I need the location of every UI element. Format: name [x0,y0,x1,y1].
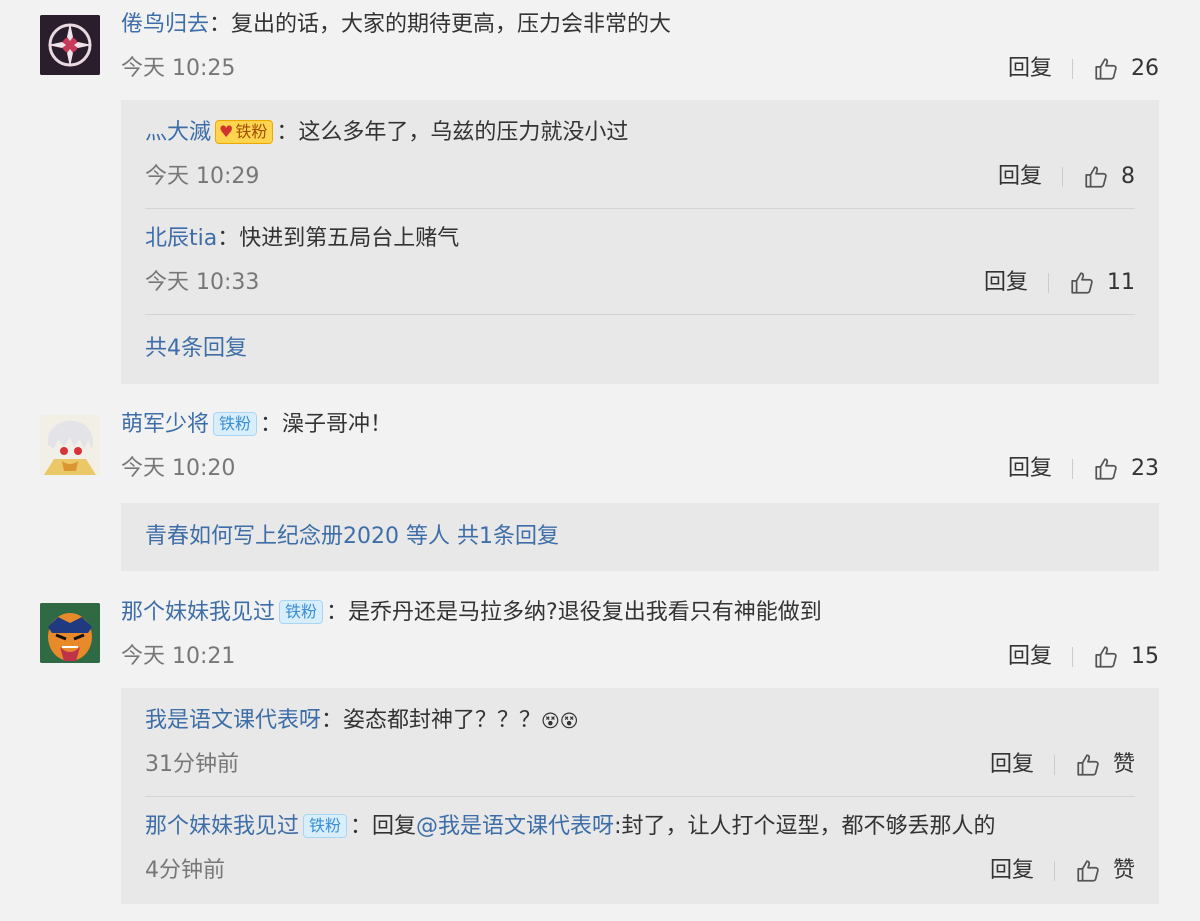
reply-actions: 回复 8 [998,162,1135,192]
comment-line: 倦鸟归去：复出的话，大家的期待更高，压力会非常的大 [121,10,671,40]
divider [1072,459,1073,479]
timestamp: 4分钟前 [145,858,225,883]
reply-text: ：这么多年了，乌兹的压力就没小过 [276,120,629,145]
like-count[interactable]: 15 [1131,642,1159,672]
more-replies-link[interactable]: 共1条回复 [457,524,559,549]
comment-line: 那个妹妹我见过 铁粉 ：是乔丹还是马拉多纳?退役复出我看只有神能做到 [121,598,822,628]
reply-prefix: ：回复 [350,814,417,839]
divider [1053,861,1055,881]
reply-line: 我是语文课代表呀：姿态都封神了？？？😵😵 [145,706,579,737]
avatar[interactable] [40,15,100,75]
username-link[interactable]: 我是语文课代表呀 [145,708,321,733]
light-bulb-icon: ♥ [219,122,234,141]
avatar[interactable] [40,603,100,663]
like-count[interactable]: 26 [1131,54,1159,84]
divider [145,796,1135,797]
divider [145,208,1135,209]
username-link[interactable]: 那个妹妹我见过 [121,600,275,625]
thumbs-up-icon[interactable] [1069,270,1095,296]
reply-button[interactable]: 回复 [1008,54,1052,84]
like-count[interactable]: 11 [1107,268,1135,298]
like-count[interactable]: 8 [1121,162,1135,192]
fan-badge: 铁粉 [213,412,258,436]
comment-line: 萌军少将 铁粉 ：澡子哥冲！ [121,410,392,440]
reply-button[interactable]: 回复 [990,750,1034,780]
thumbs-up-icon[interactable] [1093,644,1119,670]
thumbs-up-icon[interactable] [1093,56,1119,82]
dizzy-emoji: 😵😵 [541,711,579,732]
reply-actions: 回复 赞 [990,750,1135,780]
reply-line: 北辰tia：快进到第五局台上赌气 [145,224,459,254]
divider [1062,167,1063,187]
reply-button[interactable]: 回复 [984,268,1028,298]
mention-link[interactable]: @我是语文课代表呀 [416,814,614,839]
comment-text: ：复出的话，大家的期待更高，压力会非常的大 [209,12,672,37]
reply-button[interactable]: 回复 [998,162,1042,192]
divider [145,314,1135,315]
timestamp: 今天 10:21 [121,644,236,669]
thumbs-up-icon[interactable] [1083,164,1109,190]
comment-actions: 回复 23 [1008,454,1159,484]
reply-button[interactable]: 回复 [1008,642,1052,672]
like-label[interactable]: 赞 [1113,750,1135,780]
reply-actions: 回复 赞 [990,856,1135,886]
timestamp: 今天 10:33 [145,270,260,295]
avatar[interactable] [40,415,100,475]
reply-panel: 我是语文课代表呀：姿态都封神了？？？😵😵 31分钟前 回复 赞 那个妹妹我见过铁… [121,688,1159,904]
comment-text: ：是乔丹还是马拉多纳?退役复出我看只有神能做到 [326,600,822,625]
comment-actions: 回复 15 [1008,642,1159,672]
timestamp: 今天 10:25 [121,56,236,81]
reply-text: ：姿态都封神了？？？ [321,708,542,733]
reply-summary: 青春如何写上纪念册2020 等人 共1条回复 [145,522,559,552]
reply-text: :封了，让人打个逗型，都不够丢那人的 [614,814,996,839]
timestamp: 今天 10:20 [121,456,236,481]
thumbs-up-icon[interactable] [1093,456,1119,482]
username-link[interactable]: 北辰tia [145,226,217,251]
comment-actions: 回复 26 [1008,54,1159,84]
username-link[interactable]: 青春如何写上纪念册2020 [145,524,399,549]
divider [1048,273,1049,293]
reply-panel: 灬大滅 ♥ 铁粉 ：这么多年了，乌兹的压力就没小过 今天 10:29 回复 8 北辰t… [121,100,1159,384]
comment-text: ：澡子哥冲！ [260,412,393,437]
reply-line: 灬大滅 ♥ 铁粉 ：这么多年了，乌兹的压力就没小过 [145,118,628,148]
reply-summary-panel: 青春如何写上纪念册2020 等人 共1条回复 [121,503,1159,571]
username-link[interactable]: 那个妹妹我见过 [145,814,299,839]
divider [1072,59,1073,79]
timestamp: 今天 10:29 [145,164,260,189]
reply-button[interactable]: 回复 [1008,454,1052,484]
like-count[interactable]: 23 [1131,454,1159,484]
username-link[interactable]: 灬大滅 [145,120,211,145]
timestamp: 31分钟前 [145,752,239,777]
more-replies-link[interactable]: 共4条回复 [145,334,247,364]
fan-badge: ♥ 铁粉 [215,120,274,144]
reply-text: ：快进到第五局台上赌气 [217,226,460,251]
thumbs-up-icon[interactable] [1075,752,1101,778]
fan-badge: 铁粉 [279,600,324,624]
username-link[interactable]: 倦鸟归去 [121,12,209,37]
fan-badge: 铁粉 [303,814,348,838]
like-label[interactable]: 赞 [1113,856,1135,886]
others-label: 等人 [406,524,451,549]
reply-actions: 回复 11 [984,268,1135,298]
reply-line: 那个妹妹我见过 铁粉 ：回复@我是语文课代表呀:封了，让人打个逗型，都不够丢那人的 [145,812,995,842]
username-link[interactable]: 萌军少将 [121,412,209,437]
reply-button[interactable]: 回复 [990,856,1034,886]
divider [1053,755,1055,775]
thumbs-up-icon[interactable] [1075,858,1101,884]
divider [1072,647,1073,667]
